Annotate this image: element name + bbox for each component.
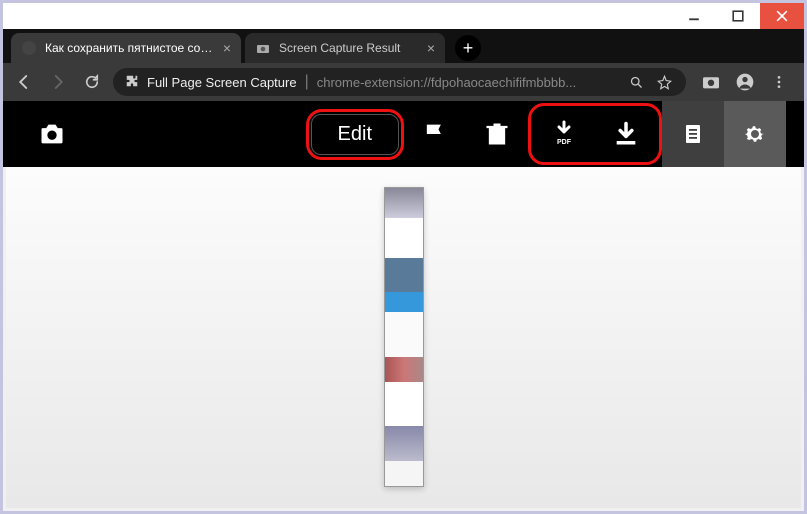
back-button[interactable] <box>11 69 37 95</box>
tab-title: Как сохранить пятнистое сокро <box>45 41 217 55</box>
preview-area <box>6 167 801 508</box>
tab-close-icon[interactable]: × <box>427 40 435 56</box>
tab-strip: Как сохранить пятнистое сокро × Screen C… <box>3 29 804 63</box>
download-pdf-button[interactable]: PDF <box>533 108 595 160</box>
new-tab-button[interactable]: + <box>455 35 481 61</box>
profile-icon[interactable] <box>734 71 756 93</box>
tab-close-icon[interactable]: × <box>223 40 231 56</box>
extension-toolbar: Edit PDF <box>3 101 804 167</box>
omnibox-title: Full Page Screen Capture <box>147 75 297 90</box>
browser-tab-1[interactable]: Screen Capture Result × <box>245 33 445 63</box>
extension-icon <box>125 74 139 91</box>
maximize-button[interactable] <box>716 3 760 29</box>
omnibox[interactable]: Full Page Screen Capture | chrome-extens… <box>113 68 686 96</box>
settings-button[interactable] <box>724 101 786 167</box>
tab-title: Screen Capture Result <box>279 41 421 55</box>
minimize-button[interactable] <box>672 3 716 29</box>
svg-text:PDF: PDF <box>557 139 572 146</box>
window-titlebar <box>3 3 804 29</box>
favicon-icon <box>21 40 37 56</box>
edit-button[interactable]: Edit <box>311 114 399 155</box>
address-bar: Full Page Screen Capture | chrome-extens… <box>3 63 804 101</box>
window-close-button[interactable] <box>760 3 804 29</box>
reload-button[interactable] <box>79 69 105 95</box>
capture-thumbnail[interactable] <box>384 187 424 487</box>
omnibox-url: chrome-extension://fdpohaocaechififmbbbb… <box>317 75 618 90</box>
camera-icon <box>255 40 271 56</box>
highlight-download: PDF <box>528 103 662 165</box>
search-icon[interactable] <box>626 75 646 90</box>
menu-icon[interactable] <box>768 71 790 93</box>
extension-camera-icon[interactable] <box>700 71 722 93</box>
omnibox-separator: | <box>305 73 309 91</box>
browser-tab-0[interactable]: Как сохранить пятнистое сокро × <box>11 33 241 63</box>
download-image-button[interactable] <box>595 108 657 160</box>
history-button[interactable] <box>662 101 724 167</box>
flag-button[interactable] <box>404 108 466 160</box>
star-icon[interactable] <box>654 75 674 90</box>
highlight-edit: Edit <box>306 109 404 160</box>
capture-button[interactable] <box>21 108 83 160</box>
forward-button[interactable] <box>45 69 71 95</box>
delete-button[interactable] <box>466 108 528 160</box>
